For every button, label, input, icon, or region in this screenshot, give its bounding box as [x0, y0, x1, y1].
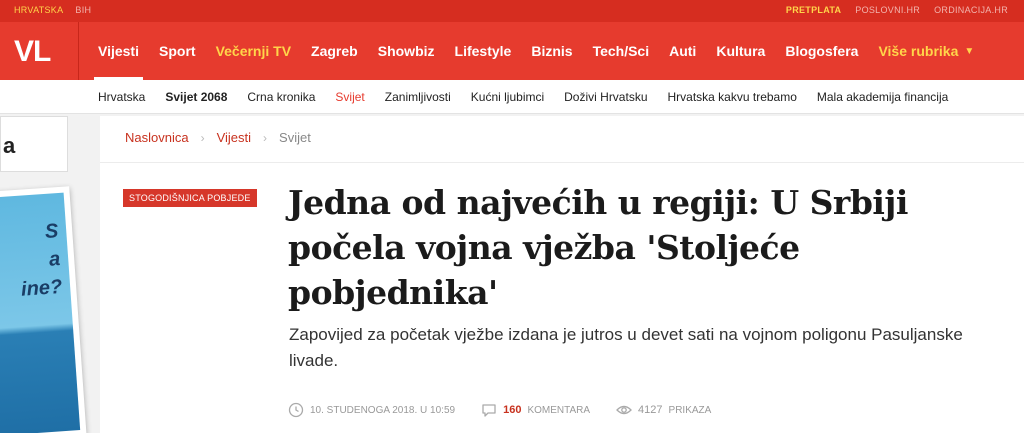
nav-item-zagreb[interactable]: Zagreb	[301, 22, 368, 80]
breadcrumb-naslovnica[interactable]: Naslovnica	[125, 130, 189, 145]
topbar-link-hrvatska[interactable]: HRVATSKA	[14, 5, 63, 15]
topbar-link-bih[interactable]: BIH	[75, 5, 91, 15]
subnav-item-hrvatska-kakvu-trebamo[interactable]: Hrvatska kakvu trebamo	[658, 90, 807, 104]
sidebar-box-text: a	[3, 133, 16, 158]
breadcrumb-svijet: Svijet	[279, 130, 311, 145]
breadcrumb: Naslovnica › Vijesti › Svijet	[125, 130, 311, 145]
article-panel: Naslovnica › Vijesti › Svijet Stogodišnj…	[100, 116, 1024, 433]
breadcrumb-vijesti[interactable]: Vijesti	[217, 130, 251, 145]
subnav-item-dozivi-hrvatsku[interactable]: Doživi Hrvatsku	[554, 90, 657, 104]
views-label: Prikaza	[668, 404, 712, 416]
nav-item-sport[interactable]: Sport	[149, 22, 206, 80]
publish-date-text: 10. Studenoga 2018. u 10:59	[310, 404, 456, 416]
subnav-item-crna-kronika[interactable]: Crna kronika	[237, 90, 325, 104]
ad-text: S a ine?	[20, 220, 63, 301]
category-badge[interactable]: Stogodišnjica pobjede	[123, 189, 257, 207]
publish-date: 10. Studenoga 2018. u 10:59	[288, 402, 455, 418]
nav-item-kultura[interactable]: Kultura	[706, 22, 775, 80]
nav-item-biznis[interactable]: Biznis	[521, 22, 582, 80]
breadcrumb-divider	[100, 162, 1024, 163]
nav-item-vijesti[interactable]: Vijesti	[88, 22, 149, 80]
article-meta: 10. Studenoga 2018. u 10:59 160 Komentar…	[288, 402, 711, 418]
clock-icon	[288, 402, 304, 418]
nav-more-label: Više rubrika	[878, 43, 959, 59]
logo-divider	[78, 22, 79, 80]
subnav-item-kucni-ljubimci[interactable]: Kućni ljubimci	[461, 90, 554, 104]
nav-more-sections[interactable]: Više rubrika ▼	[868, 22, 984, 80]
chevron-down-icon: ▼	[964, 45, 975, 57]
nav-item-showbiz[interactable]: Showbiz	[368, 22, 445, 80]
subnav-item-svijet[interactable]: Svijet	[325, 90, 374, 104]
sub-navigation: Hrvatska Svijet 2068 Crna kronika Svijet…	[0, 80, 1024, 114]
subnav-item-zanimljivosti[interactable]: Zanimljivosti	[375, 90, 461, 104]
nav-item-blogosfera[interactable]: Blogosfera	[775, 22, 868, 80]
views: 4127 Prikaza	[616, 402, 711, 418]
chevron-right-icon: ›	[200, 130, 205, 145]
article-headline: Jedna od najvećih u regiji: U Srbiji poč…	[288, 183, 908, 312]
chevron-right-icon: ›	[263, 130, 268, 145]
main-navigation: VL Vijesti Sport Večernji TV Zagreb Show…	[0, 22, 1024, 80]
topbar-link-poslovni[interactable]: POSLOVNI.HR	[855, 5, 920, 15]
nav-item-tech-sci[interactable]: Tech/Sci	[583, 22, 660, 80]
nav-item-lifestyle[interactable]: Lifestyle	[445, 22, 522, 80]
comments-count: 160	[503, 404, 522, 416]
ad-image: S a ine?	[0, 192, 81, 433]
comments-label: Komentara	[527, 404, 591, 416]
sidebar-ad[interactable]: S a ine?	[0, 186, 87, 433]
subnav-item-hrvatska[interactable]: Hrvatska	[88, 90, 155, 104]
nav-item-auti[interactable]: Auti	[659, 22, 706, 80]
comments-link[interactable]: 160 Komentara	[481, 402, 590, 418]
nav-item-vecernji-tv[interactable]: Večernji TV	[206, 22, 301, 80]
comment-icon	[482, 404, 496, 417]
nav-items: Vijesti Sport Večernji TV Zagreb Showbiz…	[88, 22, 984, 80]
subnav-item-mala-akademija[interactable]: Mala akademija financija	[807, 90, 958, 104]
topbar-link-pretplata[interactable]: PRETPLATA	[786, 5, 841, 15]
eye-icon	[616, 405, 632, 415]
article-lead: Zapovijed za početak vježbe izdana je ju…	[289, 325, 963, 370]
sidebar-box[interactable]: a	[0, 116, 68, 172]
views-count: 4127	[638, 404, 663, 416]
topbar-link-ordinacija[interactable]: ORDINACIJA.HR	[934, 5, 1008, 15]
site-logo[interactable]: VL	[14, 35, 51, 69]
top-utility-bar: HRVATSKA BIH PRETPLATA POSLOVNI.HR ORDIN…	[0, 0, 1024, 22]
subnav-item-svijet-2068[interactable]: Svijet 2068	[155, 90, 237, 104]
